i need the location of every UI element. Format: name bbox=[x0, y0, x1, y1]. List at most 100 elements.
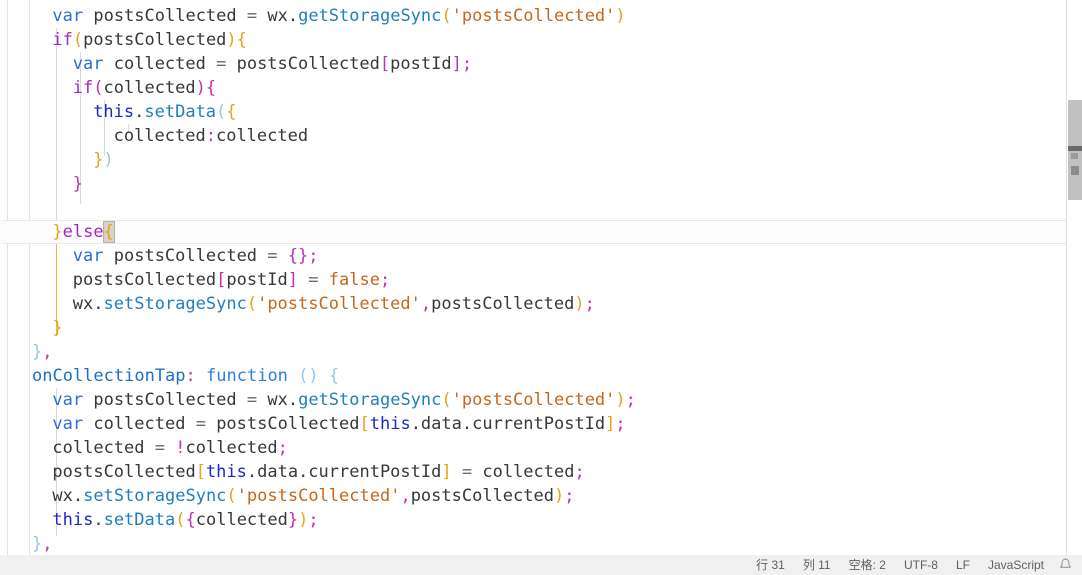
code-token: ; bbox=[308, 510, 319, 530]
code-token: collected bbox=[83, 414, 196, 434]
code-token: . bbox=[93, 510, 104, 530]
code-token: ( bbox=[246, 294, 258, 314]
code-token: setData bbox=[144, 102, 217, 122]
code-line[interactable]: }) bbox=[0, 148, 1082, 172]
code-token: var bbox=[52, 6, 84, 26]
vertical-scrollbar[interactable] bbox=[1066, 0, 1082, 555]
code-line[interactable]: var postsCollected = wx.getStorageSync('… bbox=[0, 4, 1082, 28]
code-line[interactable]: this.setData({collected}); bbox=[0, 508, 1082, 532]
code-token: ; bbox=[574, 462, 585, 482]
code-line[interactable]: var collected = postsCollected[this.data… bbox=[0, 412, 1082, 436]
code-token: ) bbox=[574, 294, 585, 314]
code-token: ) bbox=[615, 390, 626, 410]
code-line[interactable]: }else{ bbox=[0, 220, 1082, 244]
code-token: setStorageSync bbox=[103, 294, 247, 314]
code-line[interactable] bbox=[0, 196, 1082, 220]
code-token: ( bbox=[441, 6, 452, 26]
code-line-content: }) bbox=[93, 148, 114, 172]
code-line-content: }else{ bbox=[52, 220, 115, 244]
code-line[interactable]: var collected = postsCollected[postId]; bbox=[0, 52, 1082, 76]
code-token: getStorageSync bbox=[298, 6, 442, 26]
code-token: collected bbox=[103, 54, 217, 74]
code-token: getStorageSync bbox=[298, 390, 442, 410]
status-encoding[interactable]: UTF-8 bbox=[895, 555, 947, 575]
code-token: , bbox=[400, 486, 411, 506]
code-token: .data.currentPostId bbox=[410, 414, 606, 434]
code-line[interactable]: } bbox=[0, 172, 1082, 196]
code-line[interactable]: wx.setStorageSync('postsCollected',posts… bbox=[0, 292, 1082, 316]
code-token: [ bbox=[216, 270, 227, 290]
code-token: postsCollected bbox=[205, 414, 360, 434]
code-token: ; bbox=[564, 486, 575, 506]
code-line[interactable]: postsCollected[this.data.currentPostId] … bbox=[0, 460, 1082, 484]
code-line-content: } bbox=[52, 316, 62, 340]
code-token: 'postsCollected' bbox=[257, 294, 421, 314]
code-token: = bbox=[195, 414, 206, 434]
code-token: ] bbox=[441, 462, 452, 482]
code-token: this bbox=[93, 102, 135, 122]
code-line-content: wx.setStorageSync('postsCollected',posts… bbox=[52, 484, 574, 508]
code-token: () bbox=[298, 366, 319, 386]
bell-icon[interactable] bbox=[1053, 558, 1082, 572]
code-token: 'postsCollected' bbox=[451, 6, 616, 26]
code-line[interactable]: this.setData({ bbox=[0, 100, 1082, 124]
code-token: wx bbox=[257, 390, 288, 410]
code-token: ; bbox=[308, 246, 319, 266]
status-cursor-line[interactable]: 行 31 bbox=[747, 555, 794, 575]
code-token: { bbox=[226, 102, 237, 122]
code-token: { bbox=[102, 221, 115, 243]
code-line[interactable]: } bbox=[0, 316, 1082, 340]
code-token: ] bbox=[451, 54, 462, 74]
code-token: ! bbox=[175, 438, 186, 458]
code-line-list: var postsCollected = wx.getStorageSync('… bbox=[0, 0, 1082, 555]
code-line-content: var postsCollected = wx.getStorageSync('… bbox=[52, 4, 625, 28]
status-indentation[interactable]: 空格: 2 bbox=[840, 555, 895, 575]
code-line-content: if(postsCollected){ bbox=[52, 28, 247, 52]
code-token: postsCollected bbox=[83, 6, 247, 26]
code-token: , bbox=[42, 342, 53, 362]
code-token: postId bbox=[226, 270, 288, 290]
code-token: this bbox=[369, 414, 411, 434]
code-line[interactable]: collected = !collected; bbox=[0, 436, 1082, 460]
status-language-mode[interactable]: JavaScript bbox=[979, 555, 1053, 575]
code-line[interactable]: onCollectionTap: function () { bbox=[0, 364, 1082, 388]
code-line[interactable]: collected:collected bbox=[0, 124, 1082, 148]
code-token: = bbox=[246, 6, 258, 26]
code-token: function bbox=[206, 366, 288, 386]
code-line[interactable]: }, bbox=[0, 340, 1082, 364]
code-token: var bbox=[52, 414, 84, 434]
code-line[interactable]: if(collected){ bbox=[0, 76, 1082, 100]
code-token: = bbox=[308, 270, 319, 290]
code-line[interactable]: }, bbox=[0, 532, 1082, 555]
code-editor-window: var postsCollected = wx.getStorageSync('… bbox=[0, 0, 1082, 575]
code-line-content: postsCollected[postId] = false; bbox=[73, 268, 390, 292]
code-token: , bbox=[42, 534, 53, 554]
code-editor-text-area[interactable]: var postsCollected = wx.getStorageSync('… bbox=[0, 0, 1082, 555]
status-line-ending[interactable]: LF bbox=[947, 555, 979, 575]
code-token: var bbox=[52, 390, 84, 410]
code-token: postsCollected bbox=[72, 270, 217, 290]
code-line-content: postsCollected[this.data.currentPostId] … bbox=[52, 460, 584, 484]
code-line[interactable]: var postsCollected = wx.getStorageSync('… bbox=[0, 388, 1082, 412]
code-token: collected bbox=[215, 126, 309, 146]
code-line-content: var collected = postsCollected[this.data… bbox=[52, 412, 625, 436]
code-token: } bbox=[93, 150, 104, 170]
code-line[interactable]: postsCollected[postId] = false; bbox=[0, 268, 1082, 292]
code-token: {} bbox=[287, 246, 309, 266]
code-line[interactable]: var postsCollected = {}; bbox=[0, 244, 1082, 268]
code-line[interactable]: if(postsCollected){ bbox=[0, 28, 1082, 52]
code-token: ( bbox=[175, 510, 186, 530]
status-cursor-column[interactable]: 列 11 bbox=[794, 555, 840, 575]
status-bar: 行 31 列 11 空格: 2 UTF-8 LF JavaScript bbox=[0, 555, 1082, 575]
code-token: collected bbox=[195, 510, 288, 530]
code-token: ] bbox=[287, 270, 299, 290]
code-line-content: if(collected){ bbox=[73, 76, 216, 100]
code-line[interactable]: wx.setStorageSync('postsCollected',posts… bbox=[0, 484, 1082, 508]
code-token: postsCollected bbox=[52, 462, 196, 482]
code-line-content: var postsCollected = wx.getStorageSync('… bbox=[52, 388, 636, 412]
code-token: [ bbox=[195, 462, 206, 482]
code-token: postsCollected bbox=[226, 54, 380, 74]
